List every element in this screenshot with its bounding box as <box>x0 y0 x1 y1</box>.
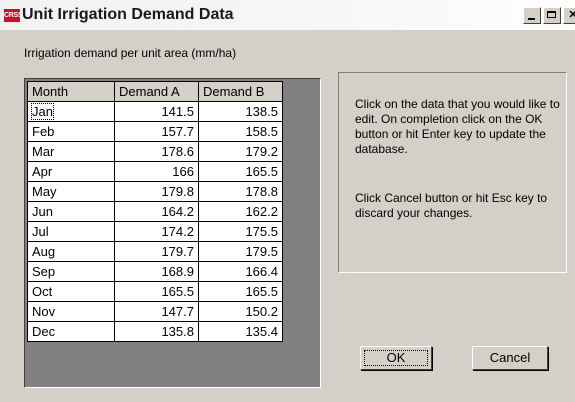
cell-demand-a[interactable]: 166 <box>114 161 199 182</box>
close-icon: ✕ <box>568 9 575 21</box>
column-header-month[interactable]: Month <box>27 81 115 102</box>
cell-month[interactable]: Dec <box>27 321 115 342</box>
cell-month[interactable]: Mar <box>27 141 115 162</box>
cell-demand-b[interactable]: 165.5 <box>198 281 283 302</box>
cell-month[interactable]: Jun <box>27 201 115 222</box>
instructions-edit-text: Click on the data that you would like to… <box>355 97 560 156</box>
cell-demand-a[interactable]: 147.7 <box>114 301 199 322</box>
cell-demand-a[interactable]: 165.5 <box>114 281 199 302</box>
cell-month[interactable]: Feb <box>27 121 115 142</box>
maximize-icon <box>547 11 556 18</box>
instructions-panel: Click on the data that you would like to… <box>338 72 567 273</box>
cell-month[interactable]: Jan <box>27 101 115 122</box>
cell-month-text: Jan <box>31 103 54 120</box>
window-title: Unit Irrigation Demand Data <box>22 6 234 23</box>
demand-table: Month Demand A Demand B Jan 141.5 138.5 … <box>27 81 283 342</box>
table-row: Aug 179.7 179.5 <box>27 241 283 262</box>
focus-ring <box>364 350 428 366</box>
cell-demand-a[interactable]: 135.8 <box>114 321 199 342</box>
cell-demand-b[interactable]: 179.2 <box>198 141 283 162</box>
column-header-demand-b[interactable]: Demand B <box>198 81 283 102</box>
instructions-cancel-text: Click Cancel button or hit Esc key to di… <box>355 191 548 220</box>
cell-demand-b[interactable]: 150.2 <box>198 301 283 322</box>
cell-month[interactable]: May <box>27 181 115 202</box>
table-row: Sep 168.9 166.4 <box>27 261 283 282</box>
cell-demand-a[interactable]: 164.2 <box>114 201 199 222</box>
minimize-button[interactable] <box>523 7 541 24</box>
cell-demand-a[interactable]: 157.7 <box>114 121 199 142</box>
cell-month[interactable]: Apr <box>27 161 115 182</box>
cell-demand-a[interactable]: 141.5 <box>114 101 199 122</box>
table-row: May 179.8 178.8 <box>27 181 283 202</box>
title-bar[interactable]: CRSS Unit Irrigation Demand Data ✕ <box>0 0 575 30</box>
close-button[interactable]: ✕ <box>563 7 575 24</box>
cell-demand-b[interactable]: 158.5 <box>198 121 283 142</box>
dialog-window: CRSS Unit Irrigation Demand Data ✕ Irrig… <box>0 0 575 402</box>
cell-demand-b[interactable]: 162.2 <box>198 201 283 222</box>
table-caption: Irrigation demand per unit area (mm/ha) <box>24 46 237 60</box>
table-row: Jun 164.2 162.2 <box>27 201 283 222</box>
minimize-icon <box>528 18 535 20</box>
cell-demand-a[interactable]: 168.9 <box>114 261 199 282</box>
cell-demand-a[interactable]: 178.6 <box>114 141 199 162</box>
cell-demand-b[interactable]: 178.8 <box>198 181 283 202</box>
cell-demand-a[interactable]: 179.7 <box>114 241 199 262</box>
cell-demand-a[interactable]: 174.2 <box>114 221 199 242</box>
table-header-row: Month Demand A Demand B <box>27 81 283 102</box>
cancel-button[interactable]: Cancel <box>472 346 548 370</box>
cell-month[interactable]: Oct <box>27 281 115 302</box>
table-row: Dec 135.8 135.4 <box>27 321 283 342</box>
cell-demand-b[interactable]: 166.4 <box>198 261 283 282</box>
table-row: Feb 157.7 158.5 <box>27 121 283 142</box>
table-row: Nov 147.7 150.2 <box>27 301 283 322</box>
cell-demand-b[interactable]: 138.5 <box>198 101 283 122</box>
table-row: Oct 165.5 165.5 <box>27 281 283 302</box>
data-grid[interactable]: Month Demand A Demand B Jan 141.5 138.5 … <box>24 78 321 388</box>
table-row: Mar 178.6 179.2 <box>27 141 283 162</box>
cell-demand-b[interactable]: 175.5 <box>198 221 283 242</box>
cell-month[interactable]: Nov <box>27 301 115 322</box>
cell-month[interactable]: Jul <box>27 221 115 242</box>
cell-demand-b[interactable]: 179.5 <box>198 241 283 262</box>
table-row: Apr 166 165.5 <box>27 161 283 182</box>
cell-demand-b[interactable]: 135.4 <box>198 321 283 342</box>
ok-button[interactable]: OK <box>360 346 432 370</box>
maximize-button[interactable] <box>543 7 561 24</box>
table-row: Jul 174.2 175.5 <box>27 221 283 242</box>
cell-month[interactable]: Sep <box>27 261 115 282</box>
cell-demand-a[interactable]: 179.8 <box>114 181 199 202</box>
cell-demand-b[interactable]: 165.5 <box>198 161 283 182</box>
table-row: Jan 141.5 138.5 <box>27 101 283 122</box>
app-icon: CRSS <box>4 9 23 22</box>
column-header-demand-a[interactable]: Demand A <box>114 81 199 102</box>
cell-month[interactable]: Aug <box>27 241 115 262</box>
cancel-button-label: Cancel <box>489 350 531 365</box>
